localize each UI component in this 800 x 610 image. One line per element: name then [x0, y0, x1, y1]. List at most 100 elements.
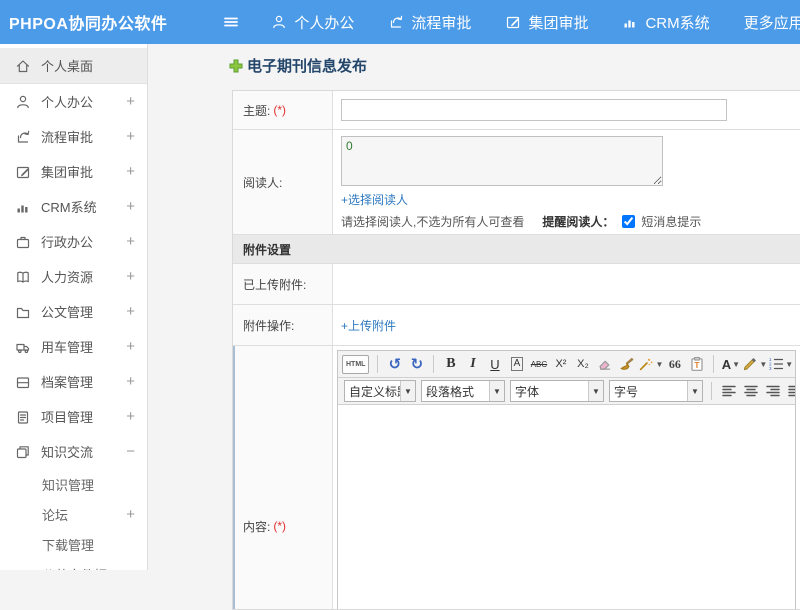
sidebar-item-人力资源[interactable]: 人力资源 + — [0, 259, 147, 294]
uploaded-attachments-row: 已上传附件: — [233, 264, 800, 305]
sidebar-item-知识交流[interactable]: 知识交流 − — [0, 434, 147, 469]
truck-icon — [14, 338, 31, 355]
add-plus-icon — [229, 59, 243, 73]
top-nav-item-集团审批[interactable]: 集团审批 — [505, 12, 588, 33]
sidebar-item-行政办公[interactable]: 行政办公 + — [0, 224, 147, 259]
expander-plus-icon[interactable]: + — [126, 506, 135, 523]
sidebar-item-个人办公[interactable]: 个人办公 + — [0, 84, 147, 119]
sidebar-item-公共文件柜[interactable]: 公共文件柜 — [0, 559, 147, 571]
expander-plus-icon[interactable]: + — [126, 233, 135, 250]
align-justify-button[interactable] — [784, 381, 795, 402]
sidebar-item-档案管理[interactable]: 档案管理 + — [0, 364, 147, 399]
expander-plus-icon[interactable]: + — [126, 408, 135, 425]
editor-select-字体[interactable]: 字体 ▼ — [510, 380, 604, 402]
html-source-button[interactable]: HTML — [342, 354, 370, 374]
caret-down-icon: ▼ — [588, 381, 603, 401]
folder-icon — [14, 303, 31, 320]
unordered-list-button[interactable] — [794, 354, 795, 375]
edit-icon — [14, 163, 31, 180]
briefcase-icon — [14, 233, 31, 250]
paste-table-button[interactable]: T — [686, 354, 707, 375]
ordered-list-button[interactable]: 1 2 3 ▼ — [768, 354, 793, 375]
editor-toolbar-row2: 自定义标题▼段落格式▼字体▼字号▼ — [338, 378, 795, 405]
editor-select-字号[interactable]: 字号 ▼ — [609, 380, 703, 402]
publish-form: 主题: (*) 阅读人: +选择阅读人 请选择阅读人,不选为所有人可查看 提醒阅… — [232, 90, 800, 610]
font-color-button[interactable]: A ▼ — [720, 354, 741, 375]
align-right-button[interactable] — [762, 381, 783, 402]
redo-button[interactable]: ↻ — [406, 354, 427, 375]
expander-plus-icon[interactable]: + — [126, 198, 135, 215]
sidebar-item-论坛[interactable]: 论坛 + — [0, 499, 147, 529]
magic-wand-button[interactable]: ▼ — [638, 354, 663, 375]
attachment-operation-row: 附件操作: +上传附件 — [233, 305, 800, 346]
edit-icon — [505, 14, 521, 30]
readers-row: 阅读人: +选择阅读人 请选择阅读人,不选为所有人可查看 提醒阅读人： 短消息提… — [233, 130, 800, 235]
align-center-button[interactable] — [740, 381, 761, 402]
eraser-button[interactable] — [594, 354, 615, 375]
editor-select-自定义标题[interactable]: 自定义标题▼ — [344, 380, 416, 402]
expander-plus-icon[interactable]: + — [126, 373, 135, 390]
app-logo: PHPOA协同办公软件 — [9, 16, 168, 33]
sidebar-item-CRM系统[interactable]: CRM系统 + — [0, 189, 147, 224]
uploaded-attachments-label: 已上传附件: — [233, 264, 333, 304]
remind-readers-label: 提醒阅读人： — [542, 215, 615, 229]
caret-down-icon: ▼ — [489, 381, 504, 401]
required-mark: (*) — [273, 103, 287, 117]
expander-minus-icon[interactable]: − — [126, 443, 135, 460]
hamburger-menu-icon[interactable] — [223, 10, 239, 34]
sms-notify-checkbox[interactable] — [622, 215, 636, 228]
highlight-button[interactable]: ▼ — [742, 354, 767, 375]
readers-textarea[interactable] — [341, 136, 663, 186]
sidebar-item-知识管理[interactable]: 知识管理 — [0, 469, 147, 499]
editor-select-段落格式[interactable]: 段落格式 ▼ — [421, 380, 505, 402]
top-nav-item-个人办公[interactable]: 个人办公 — [271, 12, 354, 33]
expander-plus-icon[interactable]: + — [126, 163, 135, 180]
bold-button[interactable]: B — [440, 354, 461, 375]
expander-plus-icon[interactable]: + — [126, 128, 135, 145]
sidebar-item-项目管理[interactable]: 项目管理 + — [0, 399, 147, 434]
strikethrough-button[interactable]: ABC — [528, 354, 549, 375]
sidebar-item-用车管理[interactable]: 用车管理 + — [0, 329, 147, 364]
caret-down-icon: ▼ — [400, 381, 415, 401]
subscript-button[interactable]: X₂ — [572, 354, 593, 375]
format-brush-button[interactable] — [616, 354, 637, 375]
sidebar-item-公文管理[interactable]: 公文管理 + — [0, 294, 147, 329]
expander-plus-icon[interactable]: + — [126, 303, 135, 320]
sidebar: 个人桌面 个人办公 + 流程审批 + 集团审批 + CRM系统 + 行政办公 + 人力资源 + 公文管理 +… — [0, 44, 148, 570]
flow-icon — [388, 14, 404, 30]
subject-row: 主题: (*) — [233, 91, 800, 130]
superscript-button[interactable]: X² — [550, 354, 571, 375]
sidebar-item-个人桌面[interactable]: 个人桌面 — [0, 48, 147, 84]
required-mark: (*) — [273, 519, 287, 533]
readers-note: 请选择阅读人,不选为所有人可查看 提醒阅读人： 短消息提示 — [341, 215, 702, 229]
underline-button[interactable]: U — [484, 354, 505, 375]
align-left-button[interactable] — [718, 381, 739, 402]
select-readers-link[interactable]: +选择阅读人 — [341, 193, 408, 207]
clipboard-icon — [14, 408, 31, 425]
expander-plus-icon[interactable]: + — [126, 338, 135, 355]
editor-content-area[interactable] — [338, 405, 795, 609]
user-icon — [14, 93, 31, 110]
book-icon — [14, 268, 31, 285]
sidebar-item-流程审批[interactable]: 流程审批 + — [0, 119, 147, 154]
top-nav-item-更多应用[interactable]: 更多应用▼ — [744, 12, 800, 33]
content-label: 内容: (*) — [233, 346, 333, 609]
top-nav-item-CRM系统[interactable]: CRM系统 — [622, 12, 710, 33]
sidebar-item-集团审批[interactable]: 集团审批 + — [0, 154, 147, 189]
blockquote-button[interactable]: 66 — [664, 354, 685, 375]
top-nav-item-流程审批[interactable]: 流程审批 — [388, 12, 471, 33]
sms-notify-label: 短消息提示 — [641, 215, 702, 229]
expander-plus-icon[interactable]: + — [126, 268, 135, 285]
italic-button[interactable]: I — [462, 354, 483, 375]
subject-input[interactable] — [341, 99, 727, 121]
sidebar-item-下载管理[interactable]: 下载管理 — [0, 529, 147, 559]
uploaded-attachments-value — [333, 264, 800, 304]
home-icon — [14, 57, 31, 74]
expander-plus-icon[interactable]: + — [126, 93, 135, 110]
font-box-button[interactable]: A — [506, 354, 527, 375]
flow-icon — [14, 128, 31, 145]
layers-icon — [14, 443, 31, 460]
upload-attachment-link[interactable]: +上传附件 — [341, 317, 396, 334]
undo-button[interactable]: ↺ — [384, 354, 405, 375]
top-header-bar: PHPOA协同办公软件 个人办公 流程审批 集团审批 CRM系统 更多应用▼ — [0, 0, 800, 44]
